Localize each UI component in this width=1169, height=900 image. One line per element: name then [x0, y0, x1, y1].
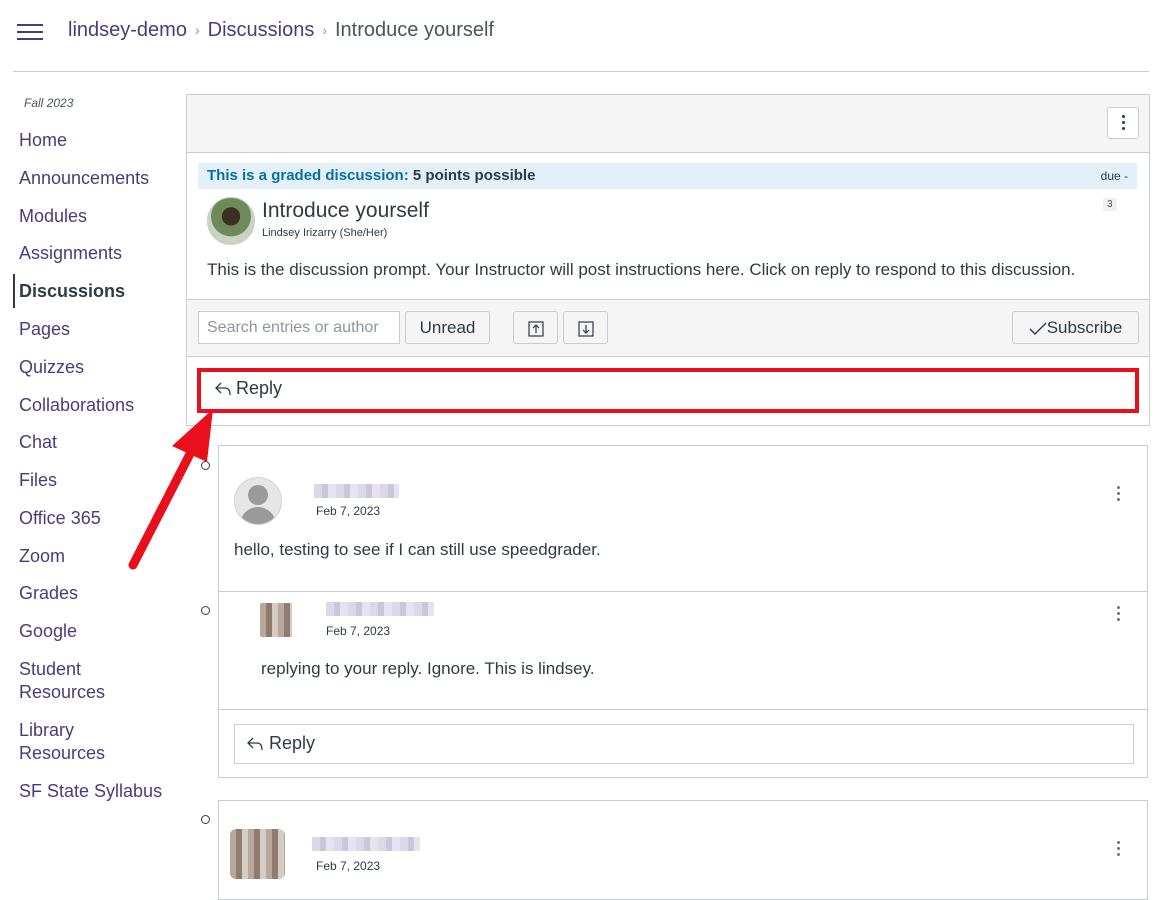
nav-discussions[interactable]: Discussions — [19, 280, 169, 303]
nav-assignments[interactable]: Assignments — [19, 242, 169, 265]
breadcrumb-discussions[interactable]: Discussions — [208, 19, 315, 41]
nav-sf-state-syllabus[interactable]: SF State Syllabus — [19, 780, 169, 803]
entry-read-indicator — [201, 461, 210, 470]
reply-author-avatar[interactable] — [260, 603, 292, 637]
entry-message: hello, testing to see if I can still use… — [234, 540, 601, 559]
graded-label: This is a graded discussion: — [207, 167, 409, 184]
nav-collaborations[interactable]: Collaborations — [19, 394, 169, 417]
checkmark-icon — [1029, 322, 1047, 335]
search-input[interactable] — [198, 311, 400, 344]
subscribe-button[interactable]: Subscribe — [1012, 311, 1139, 344]
points-possible: 5 points possible — [412, 167, 536, 184]
discussion-topic: This is a graded discussion: 5 points po… — [186, 94, 1150, 426]
collapse-up-icon — [527, 320, 544, 337]
discussion-prompt: This is the discussion prompt. Your Inst… — [207, 260, 1076, 279]
topic-reply-button[interactable]: Reply — [197, 368, 1137, 410]
nav-modules[interactable]: Modules — [19, 205, 169, 228]
header-divider — [13, 71, 1149, 72]
subscribe-label: Subscribe — [1046, 318, 1123, 337]
entry-options-icon[interactable] — [1117, 841, 1121, 859]
reply-author-name-redacted[interactable] — [326, 602, 434, 616]
nav-office-365[interactable]: Office 365 — [19, 507, 169, 530]
author-name-redacted[interactable] — [312, 837, 420, 851]
reply-options-icon[interactable] — [1117, 606, 1121, 624]
entry-date: Feb 7, 2023 — [316, 504, 381, 518]
reply-divider — [219, 709, 1147, 710]
nav-home[interactable]: Home — [19, 129, 169, 152]
entry-read-indicator — [201, 815, 210, 824]
nav-quizzes[interactable]: Quizzes — [19, 356, 169, 379]
default-avatar-icon[interactable] — [234, 477, 282, 525]
nav-chat[interactable]: Chat — [19, 431, 169, 454]
author-avatar[interactable] — [207, 197, 255, 245]
topic-author[interactable]: Lindsey Irizarry (She/Her) — [262, 227, 387, 239]
reply-label: Reply — [236, 378, 283, 398]
active-nav-indicator — [13, 274, 15, 308]
entry-date: Feb 7, 2023 — [316, 859, 381, 873]
nav-grades[interactable]: Grades — [19, 582, 169, 605]
due-date: due - — [1100, 169, 1128, 183]
topic-title: Introduce yourself — [262, 199, 429, 222]
graded-banner: This is a graded discussion: 5 points po… — [198, 163, 1137, 189]
author-name-redacted[interactable] — [314, 484, 399, 498]
reply-read-indicator — [201, 606, 210, 615]
entry-options-icon[interactable] — [1117, 486, 1121, 504]
nav-library-resources[interactable]: Library Resources — [19, 719, 119, 765]
nav-pages[interactable]: Pages — [19, 318, 169, 341]
page-header: lindsey-demo › Discussions › Introduce yours… — [0, 0, 1169, 72]
entry-divider — [219, 591, 1147, 592]
reply-label: Reply — [269, 733, 316, 753]
discussion-entry: Feb 7, 2023 hello, testing to see if I c… — [218, 445, 1148, 778]
breadcrumb-course[interactable]: lindsey-demo — [68, 19, 187, 41]
entry-reply-button[interactable]: Reply — [234, 724, 1134, 764]
breadcrumb-separator: › — [194, 22, 200, 38]
more-vertical-icon — [1122, 115, 1125, 133]
topic-header-bar — [187, 95, 1149, 153]
discussion-toolbar: Unread Subscribe — [187, 299, 1149, 357]
breadcrumb: lindsey-demo › Discussions › Introduce yours… — [68, 18, 494, 43]
reply-icon — [215, 382, 231, 396]
nav-google[interactable]: Google — [19, 620, 169, 643]
nav-announcements[interactable]: Announcements — [19, 167, 169, 190]
reply-count-badge: 3 — [1103, 198, 1117, 211]
collapse-replies-button[interactable] — [513, 311, 558, 344]
nav-student-resources[interactable]: Student Resources — [19, 658, 119, 704]
topic-options-button[interactable] — [1107, 107, 1139, 139]
expand-down-icon — [577, 320, 594, 337]
expand-replies-button[interactable] — [563, 311, 608, 344]
breadcrumb-separator: › — [322, 22, 327, 38]
entry-author-avatar[interactable] — [230, 829, 285, 879]
term-label: Fall 2023 — [24, 96, 74, 110]
nav-files[interactable]: Files — [19, 469, 169, 492]
reply-message: replying to your reply. Ignore. This is … — [261, 659, 595, 678]
reply-date: Feb 7, 2023 — [326, 624, 391, 638]
nav-zoom[interactable]: Zoom — [19, 545, 169, 568]
unread-button[interactable]: Unread — [405, 311, 490, 344]
reply-icon — [247, 737, 263, 751]
discussion-entry: Feb 7, 2023 — [218, 800, 1148, 900]
hamburger-menu-icon[interactable] — [17, 22, 43, 42]
breadcrumb-current: Introduce yourself — [335, 19, 494, 41]
